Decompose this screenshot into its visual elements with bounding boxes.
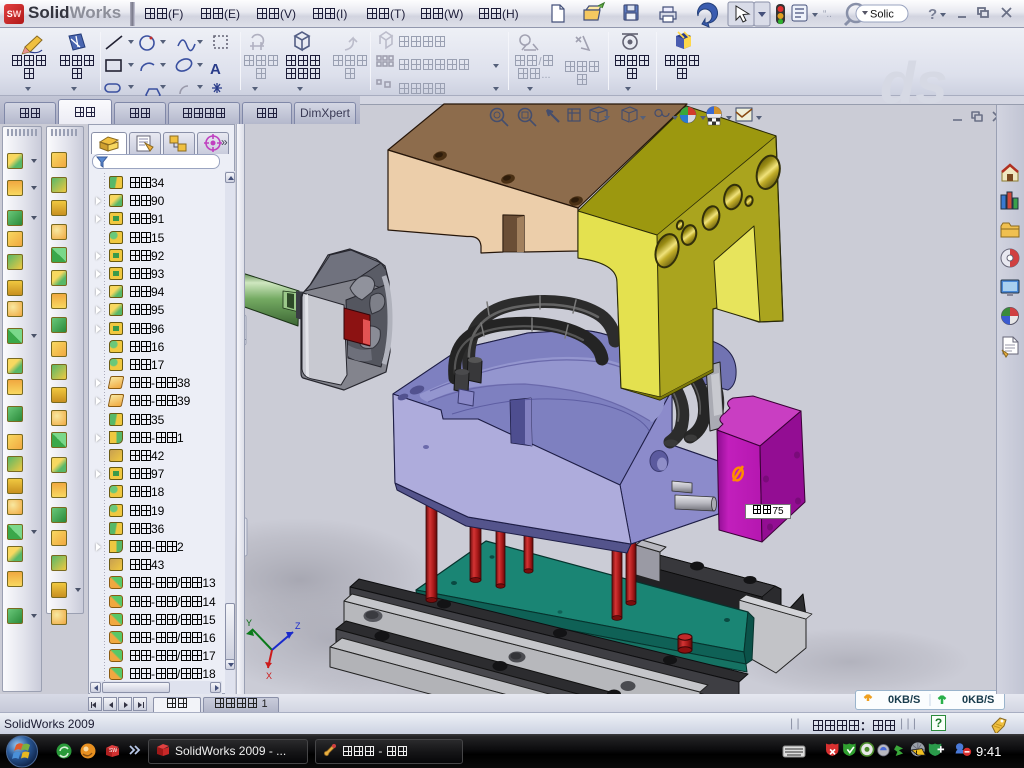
svg-text:!: !: [915, 750, 917, 757]
svg-text:“..: “..: [823, 9, 832, 20]
svg-text:Z: Z: [295, 621, 301, 631]
svg-text:Y: Y: [246, 618, 252, 628]
svg-text:A: A: [210, 61, 221, 78]
svg-text:Solic: Solic: [870, 9, 894, 21]
svg-text:SW: SW: [109, 748, 117, 754]
svg-text:X: X: [266, 671, 272, 681]
svg-text:?: ?: [928, 6, 937, 23]
